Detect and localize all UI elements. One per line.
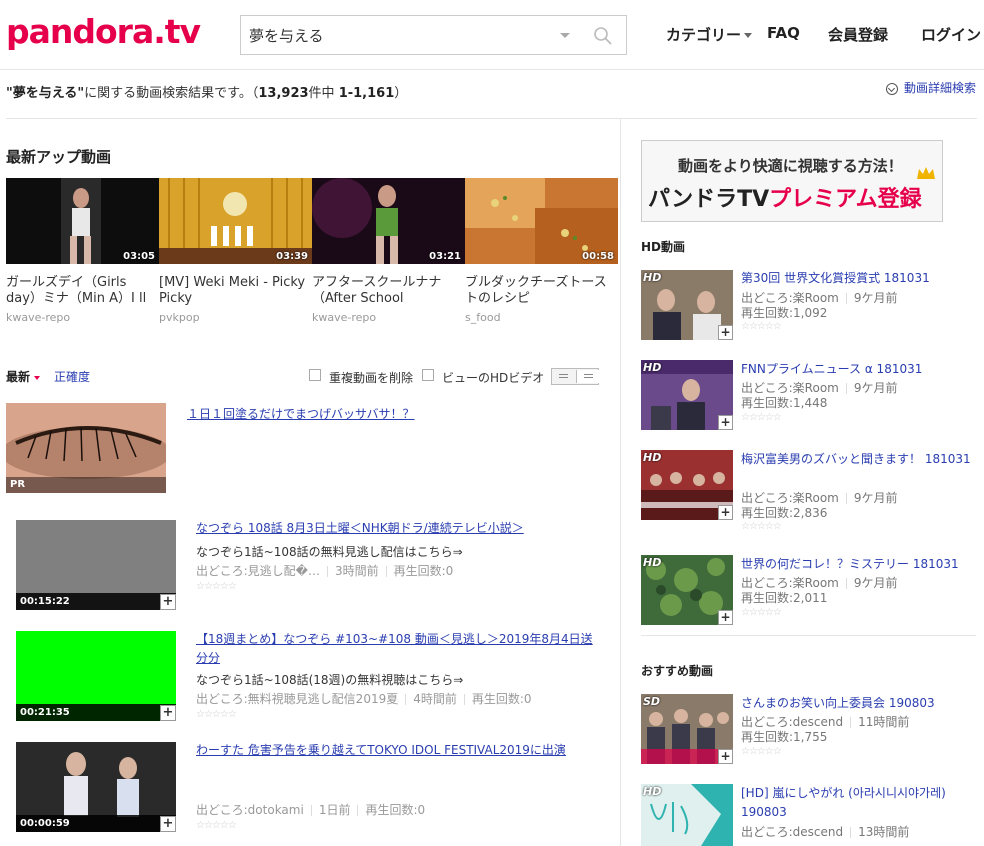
latest-item[interactable]: 03:05 ガールズデイ（Girls day）ミナ（Min A）I ll kwa… [6,178,159,324]
add-icon[interactable]: + [160,594,176,610]
latest-thumb[interactable]: 03:39 [159,178,312,264]
list-view-icon[interactable] [552,370,575,383]
add-icon[interactable]: + [718,610,733,625]
recommend-meta: 出どころ:descend 13時間前 [741,825,910,839]
rating-stars: ☆☆☆☆☆ [741,321,782,332]
rating-stars: ☆☆☆☆☆ [741,412,782,423]
add-icon[interactable]: + [160,705,176,721]
latest-item[interactable]: 00:58 ブルダックチーズトーストのレシピ s_food [465,178,618,324]
hd-views: 再生回数:1,092 [741,306,828,320]
add-icon[interactable]: + [718,505,733,520]
hd-title[interactable]: 第30回 世界文化賞授賞式 181031 [741,269,971,288]
search-icon[interactable] [593,26,613,46]
result-thumb[interactable]: 00:00:59 + [16,742,176,832]
hd-title[interactable]: 梅沢富美男のズバッと聞きます！ 181031 [741,450,971,469]
divider [641,635,976,636]
add-icon[interactable]: + [718,325,733,340]
detail-search-link[interactable]: 動画詳細検索 [885,79,976,96]
result-title[interactable]: 【18週まとめ】なつぞら #103~#108 動画＜見逃し＞2019年8月4日送… [196,630,596,668]
recommend-section-title: おすすめ動画 [641,664,714,678]
rating-stars: ☆☆☆☆☆ [196,820,237,831]
rating-stars: ☆☆☆☆☆ [741,521,782,532]
hd-views: 再生回数:1,448 [741,396,828,410]
result-meta: 出どころ:無料視聴見逃し配信2019夏 4時間前 再生回数:0 [196,692,532,706]
rating-stars: ☆☆☆☆☆ [196,709,237,720]
pr-link[interactable]: １日１回塗るだけでまつげバッサバサ！？ [187,405,415,422]
latest-thumb[interactable]: 03:05 [6,178,159,264]
hd-thumb[interactable]: HD + [641,450,733,520]
recommend-thumb[interactable]: SD + [641,694,733,764]
header: pandora.tv カテゴリー FAQ 会員登録 ログイン [0,0,984,70]
result-summary: "夢を与える"に関する動画検索結果です。（13,923件中 1-1,161） [6,86,408,101]
recommend-title[interactable]: [HD] 嵐にしやがれ (아라시니시야가레) 190803 [741,784,971,822]
nav-login[interactable]: ログイン [921,24,981,45]
result-title[interactable]: なつぞら 108話 8月3日土曜＜NHK朝ドラ/連続テレビ小説＞ [196,519,596,538]
logo[interactable]: pandora.tv [6,12,201,51]
result-desc: なつぞら1話~108話の無料見逃し配信はこちら⇒ [196,545,463,559]
rating-stars: ☆☆☆☆☆ [741,746,782,757]
search-input[interactable] [241,16,541,54]
hd-only-label: ビューのHDビデオ [442,371,545,385]
recommend-views: 再生回数:1,755 [741,730,828,744]
nav-category[interactable]: カテゴリー [666,24,753,45]
hd-only-checkbox[interactable] [422,369,434,381]
dedupe-label: 重複動画を削除 [329,371,414,385]
result-desc: なつぞら1話~108話(18週)の無料視聴はこちら⇒ [196,673,464,687]
add-icon[interactable]: + [718,749,733,764]
view-toggle[interactable] [551,368,599,385]
sort-latest[interactable]: 最新 [6,368,41,385]
expand-circle-icon [885,82,898,95]
latest-title: 最新アップ動画 [6,148,112,166]
divider [6,118,620,119]
latest-item[interactable]: 03:39 [MV] Weki Meki - Picky Picky pvkpo… [159,178,312,324]
result-thumb[interactable]: 00:21:35 + [16,631,176,721]
rating-stars: ☆☆☆☆☆ [741,607,782,618]
grid-view-icon[interactable] [576,370,599,383]
chevron-down-icon [34,375,41,380]
add-icon[interactable]: + [160,816,176,832]
crown-icon [917,167,935,179]
rating-stars: ☆☆☆☆☆ [196,581,237,592]
hd-views: 再生回数:2,836 [741,506,828,520]
hd-title[interactable]: 世界の何だコレ！？ミステリー 181031 [741,555,971,574]
add-icon[interactable]: + [718,415,733,430]
hd-section-title: HD動画 [641,240,686,254]
latest-thumb[interactable]: 00:58 [465,178,618,264]
hd-thumb[interactable]: HD + [641,555,733,625]
divider [621,118,977,119]
chevron-down-icon [744,33,753,38]
dedupe-checkbox[interactable] [309,369,321,381]
result-thumb[interactable]: 00:15:22 + [16,520,176,610]
hd-views: 再生回数:2,011 [741,591,828,605]
nav-register[interactable]: 会員登録 [828,24,888,45]
search-dropdown-icon[interactable] [560,33,570,38]
recommend-title[interactable]: さんまのお笑い向上委員会 190803 [741,694,971,713]
hd-thumb[interactable]: HD + [641,360,733,430]
search-box[interactable] [240,15,627,55]
hd-thumb[interactable]: HD + [641,270,733,340]
column-divider [620,118,621,846]
result-title[interactable]: わーすた 危害予告を乗り越えてTOKYO IDOL FESTIVAL2019に出… [196,741,596,760]
hd-title[interactable]: FNNプライムニュース α 181031 [741,360,971,379]
pr-thumb[interactable]: PR [6,403,166,493]
result-meta: 出どころ:dotokami 1日前 再生回数:0 [196,803,426,817]
sort-accuracy[interactable]: 正確度 [54,368,90,385]
latest-item[interactable]: 03:21 アフタースクールナナ（After School kwave-repo [312,178,465,324]
result-meta: 出どころ:見逃し配�… 3時間前 再生回数:0 [196,564,454,578]
latest-thumb[interactable]: 03:21 [312,178,465,264]
nav-faq[interactable]: FAQ [767,24,800,42]
recommend-thumb[interactable]: HD [641,784,733,846]
premium-banner[interactable]: 動画をより快適に視聴する方法！ パンドラTVプレミアム登録 [641,140,943,222]
